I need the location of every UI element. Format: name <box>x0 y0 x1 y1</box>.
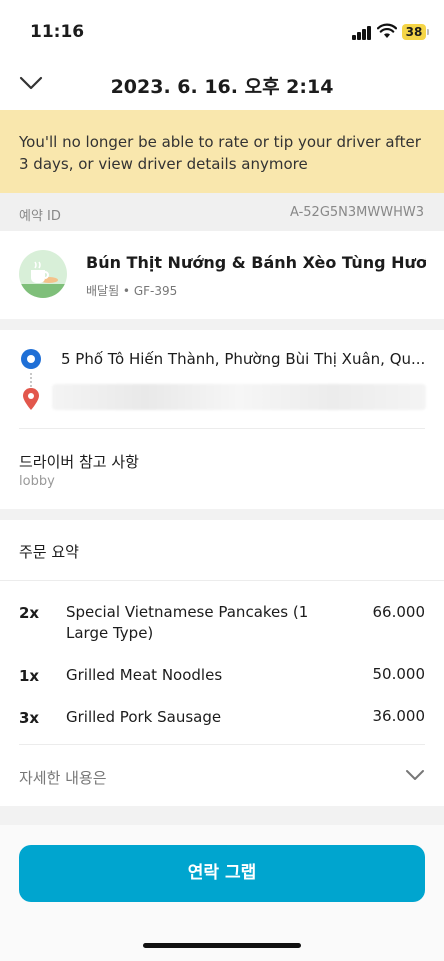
merchant-logo <box>19 250 67 298</box>
divider <box>19 744 425 745</box>
item-price: 66.000 <box>372 603 426 621</box>
wifi-icon <box>377 23 397 38</box>
route-connector <box>30 373 34 387</box>
pickup-address: 5 Phố Tô Hiến Thành, Phường Bùi Thị Xuân… <box>61 350 426 368</box>
pickup-pin-icon <box>21 349 41 369</box>
banner-text: You'll no longer be able to rate or tip … <box>19 133 421 173</box>
driver-note-label: 드라이버 참고 사항 <box>19 453 139 471</box>
battery-icon: 38 <box>402 24 426 40</box>
divider <box>0 580 444 581</box>
order-summary-card <box>0 520 444 806</box>
order-summary-title: 주문 요약 <box>19 543 79 561</box>
status-time: 11:16 <box>30 22 85 42</box>
contact-grab-button[interactable]: 연락 그랩 <box>19 845 425 902</box>
driver-note-value: lobby <box>19 474 55 489</box>
item-name: Special Vietnamese Pancakes (1 Large Typ… <box>66 603 309 642</box>
booking-id-value: A-52G5N3MWWHW3 <box>289 205 424 220</box>
order-status: 배달됨 • GF-395 <box>86 284 178 298</box>
battery-tip <box>427 29 429 35</box>
cellular-signal-icon <box>352 26 372 40</box>
home-indicator <box>143 943 301 948</box>
item-qty: 2x <box>19 604 40 622</box>
booking-id-label: 예약 ID <box>19 209 61 224</box>
dropoff-pin-icon <box>23 388 39 410</box>
item-qty: 3x <box>19 709 40 727</box>
chevron-down-icon[interactable] <box>404 766 426 784</box>
divider <box>19 428 425 429</box>
item-price: 36.000 <box>372 707 426 725</box>
item-name: Grilled Meat Noodles <box>66 666 223 684</box>
merchant-name: Bún Thịt Nướng & Bánh Xèo Tùng Hương <box>86 253 426 272</box>
item-qty: 1x <box>19 667 40 685</box>
details-toggle[interactable]: 자세한 내용은 <box>19 767 107 788</box>
page-title: 2023. 6. 16. 오후 2:14 <box>110 76 334 98</box>
item-name: Grilled Pork Sausage <box>66 708 222 726</box>
item-price: 50.000 <box>372 665 426 683</box>
dropoff-address-redacted <box>52 384 426 410</box>
